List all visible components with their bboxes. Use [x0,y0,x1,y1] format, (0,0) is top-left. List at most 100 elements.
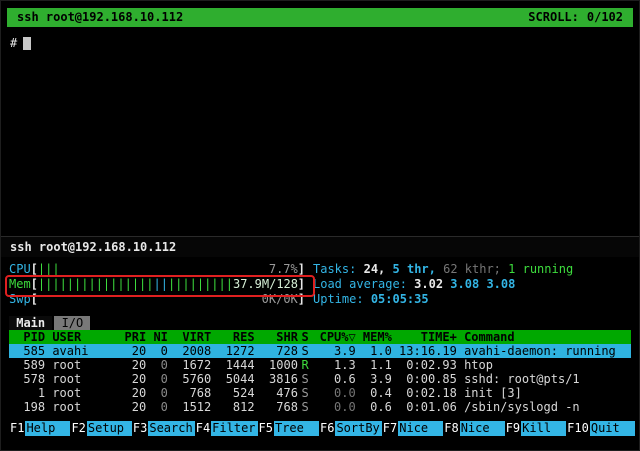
header-time[interactable]: TIME+ [392,330,457,344]
header-user[interactable]: USER [45,330,117,344]
scroll-value: 0/102 [587,10,623,24]
fkey-label: SortBy [335,421,381,436]
function-key[interactable]: F9 Kill [505,421,566,436]
bottom-title: ssh root@192.168.10.112 [10,240,176,254]
function-key[interactable]: F7 Nice - [382,421,443,436]
col-res: 5044 [211,372,254,386]
mem-line: Mem[|||||||||||||||||||||||||||37.9M/128… [9,277,631,292]
col-time: 0:01.06 [392,400,457,414]
mem-meter: Mem[|||||||||||||||||||||||||||37.9M/128… [9,277,305,292]
header-shr[interactable]: SHR [255,330,298,344]
col-cpu: 0.6 [312,372,355,386]
header-res[interactable]: RES [211,330,254,344]
col-state: S [298,400,312,414]
process-row[interactable]: 589 root 20 0 1672 1444 1000 R 1.3 1.1 0… [9,358,631,372]
col-command: /sbin/syslogd -n [457,400,631,414]
col-state: S [298,344,312,358]
mem-meter-bar: |||||||||||||||||||||||||||37.9M/128M [38,277,298,292]
function-key[interactable]: F4 Filter [195,421,258,436]
fkey-label: Setup [87,421,132,436]
fkey-label: Filter [211,421,257,436]
shell-prompt-line[interactable]: # [1,27,639,54]
fkey-number: F2 [70,421,86,436]
col-state: R [298,358,312,372]
running-count: 1 running [508,262,573,276]
col-ni: 0 [146,358,168,372]
fkey-number: F1 [9,421,25,436]
header-cpu[interactable]: CPU%▽ [312,330,355,344]
header-state[interactable]: S [298,330,312,344]
mem-meter-value: 37.9M/128M [233,277,298,292]
col-user: root [45,372,117,386]
col-res: 812 [211,400,254,414]
function-key[interactable]: F5 Tree [258,421,319,436]
fkey-number: F6 [319,421,335,436]
col-ni: 0 [146,372,168,386]
function-key[interactable]: F3 Search [132,421,195,436]
uptime-value: 05:05:35 [371,292,429,306]
bracket-open: [ [31,292,38,307]
scroll-indicator: SCROLL:0/102 [528,8,623,27]
process-row[interactable]: 198 root 20 0 1512 812 768 S 0.0 0.6 0:0… [9,400,631,414]
header-ni[interactable]: NI [146,330,168,344]
function-key[interactable]: F8 Nice + [443,421,504,436]
col-command: sshd: root@pts/1 [457,372,631,386]
col-pid: 585 [9,344,45,358]
col-virt: 1672 [168,358,211,372]
col-virt: 5760 [168,372,211,386]
header-pri[interactable]: PRI [117,330,146,344]
function-key[interactable]: F6 SortBy [319,421,382,436]
load-line: Load average: 3.02 3.08 3.08 [313,277,515,292]
col-time: 0:02.93 [392,358,457,372]
col-command: htop [457,358,631,372]
process-table-header[interactable]: PID USER PRI NI VIRT RES SHR S CPU%▽ MEM… [9,330,631,344]
mem-bar-ticks-3: ||||||||| [168,277,233,292]
function-key[interactable]: F10 Quit [566,421,635,436]
function-key[interactable]: F2 Setup [70,421,131,436]
col-pid: 198 [9,400,45,414]
header-command[interactable]: Command [457,330,631,344]
col-mem: 1.0 [356,344,392,358]
htop-tab[interactable]: I/O [54,316,90,330]
header-pid[interactable]: PID [9,330,45,344]
fkey-label: Tree [274,421,319,436]
col-cpu: 3.9 [312,344,355,358]
htop-tab[interactable]: Main [9,316,52,330]
col-pri: 20 [117,386,146,400]
shell-prompt: # [10,36,17,50]
col-res: 524 [211,386,254,400]
col-state: S [298,386,312,400]
fkey-label: Nice + [460,421,505,436]
col-virt: 768 [168,386,211,400]
col-command: avahi-daemon: running [457,344,631,358]
function-key[interactable]: F1 Help [9,421,70,436]
col-pri: 20 [117,344,146,358]
header-virt[interactable]: VIRT [168,330,211,344]
col-cpu: 1.3 [312,358,355,372]
col-time: 0:02.18 [392,386,457,400]
process-row[interactable]: 585 avahi 20 0 2008 1272 728 S 3.9 1.0 1… [9,344,631,358]
swp-meter-value: 0K/0K [262,292,298,307]
col-shr: 476 [255,386,298,400]
col-mem: 0.4 [356,386,392,400]
top-titlebar: ssh root@192.168.10.112 SCROLL:0/102 [7,8,633,27]
col-virt: 1512 [168,400,211,414]
fkey-label: Search [148,421,194,436]
bracket-close: ] [298,292,305,307]
tasks-label: Tasks: [313,262,356,276]
col-pid: 589 [9,358,45,372]
col-res: 1272 [211,344,254,358]
fkey-label: Quit [590,421,635,436]
col-pri: 20 [117,358,146,372]
tasks-count: 24, [364,262,386,276]
terminal-screen: ssh root@192.168.10.112 SCROLL:0/102 # s… [0,0,640,451]
threads-count: 5 thr, [393,262,436,276]
col-mem: 3.9 [356,372,392,386]
mem-bar-ticks-2: || [154,277,168,292]
fkey-label: Nice - [398,421,443,436]
process-row[interactable]: 578 root 20 0 5760 5044 3816 S 0.6 3.9 0… [9,372,631,386]
header-mem[interactable]: MEM% [356,330,392,344]
col-mem: 0.6 [356,400,392,414]
load-1: 3.02 [414,277,443,291]
process-row[interactable]: 1 root 20 0 768 524 476 S 0.0 0.4 0:02.1… [9,386,631,400]
